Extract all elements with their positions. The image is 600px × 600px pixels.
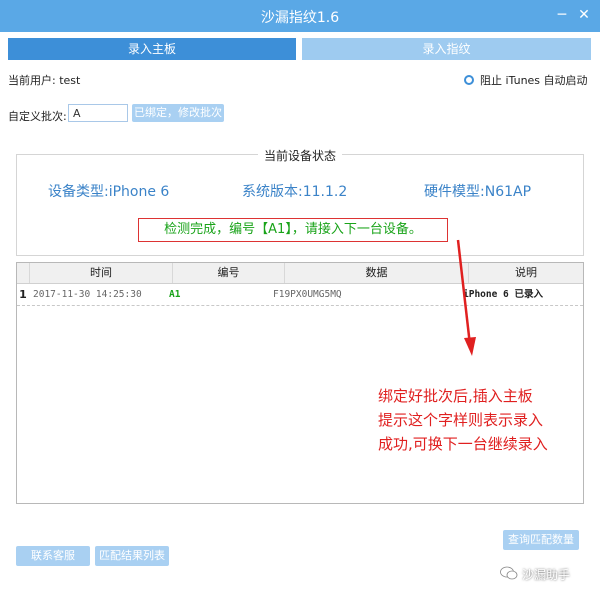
match-results-button[interactable]: 匹配结果列表 (95, 546, 169, 566)
contact-support-button[interactable]: 联系客服 (16, 546, 90, 566)
wechat-icon (500, 566, 518, 580)
query-match-count-button[interactable]: 查询匹配数量 (503, 530, 579, 550)
watermark: 沙漏助手 (522, 568, 571, 582)
annotation-arrow (456, 239, 476, 356)
annotation-note: 绑定好批次后,插入主板 提示这个字样则表示录入 成功,可换下一台继续录入 (378, 387, 548, 453)
